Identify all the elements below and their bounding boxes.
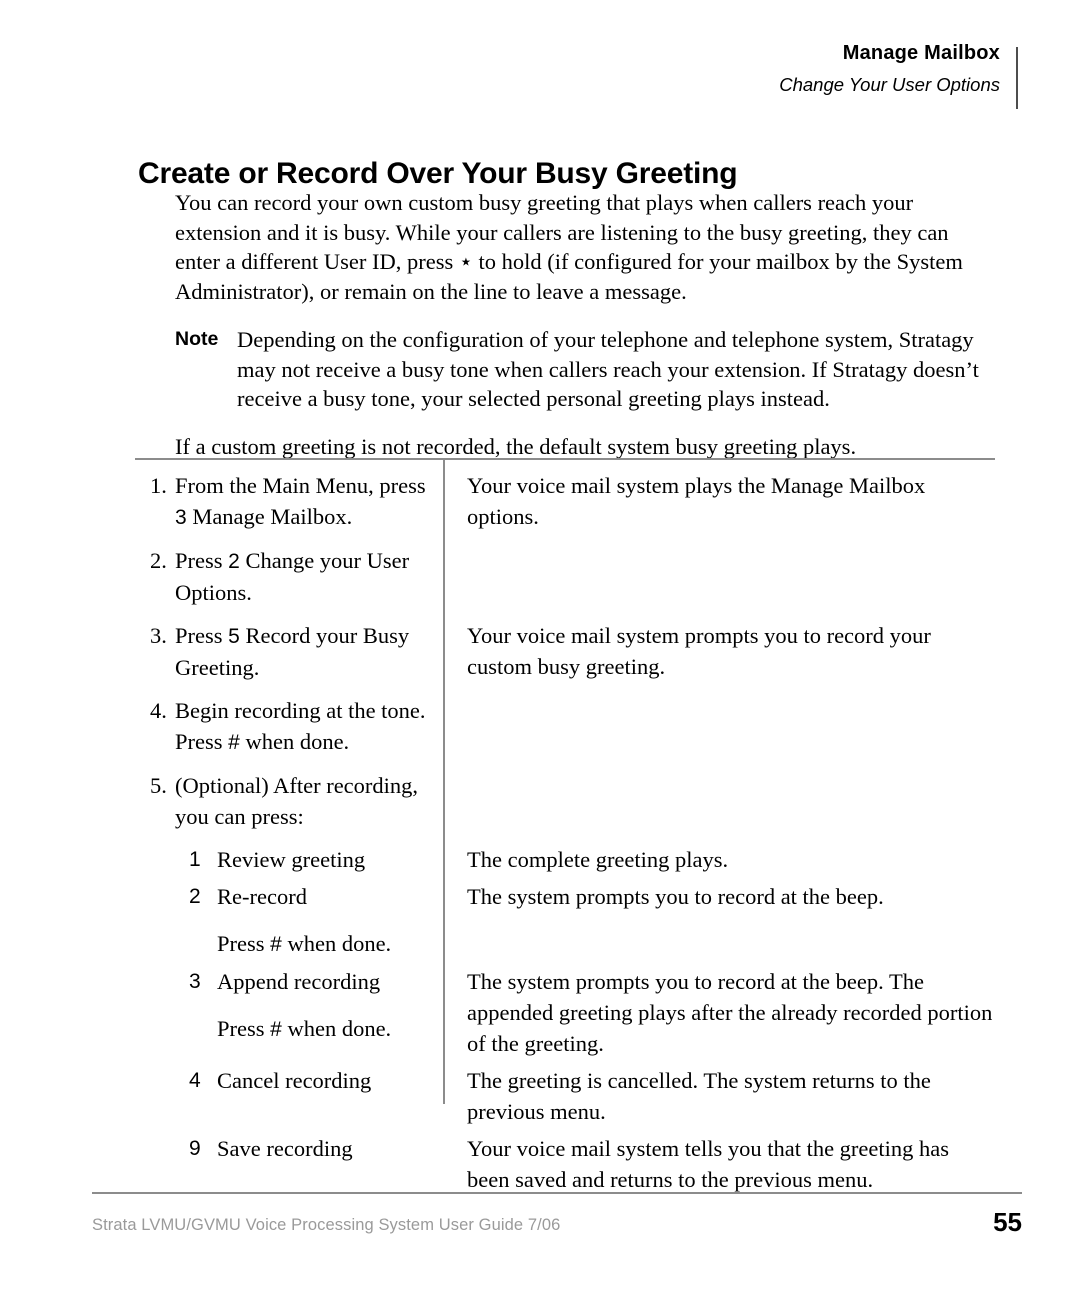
- step-result-cell: Your voice mail system tells you that th…: [443, 1133, 995, 1195]
- numbered-step: 2. Press 2 Change your User Options.: [135, 545, 433, 608]
- table-row: 9 Save recording Your voice mail system te…: [135, 1133, 995, 1195]
- header-title: Manage Mailbox: [842, 42, 1000, 64]
- sub-step: 9 Save recording: [135, 1133, 433, 1164]
- step-action-cell: 4 Cancel recording: [135, 1065, 443, 1096]
- sub-step-text: Re-record: [217, 884, 307, 909]
- step-action-cell: 2. Press 2 Change your User Options.: [135, 545, 443, 608]
- step-action-cell: 1 Review greeting: [135, 844, 443, 875]
- step-result-text: The system prompts you to record at the …: [467, 884, 884, 909]
- table-row: 2 Re-record Press # when done. The system p…: [135, 881, 995, 960]
- step-text: Press 5 Record your Busy Greeting.: [175, 623, 410, 680]
- header-subtitle: Change Your User Options: [779, 74, 1000, 95]
- step-result-cell: The greeting is cancelled. The system re…: [443, 1065, 995, 1127]
- sub-step-text: Review greeting: [217, 847, 366, 872]
- table-row: 1 Review greeting The complete greeting pl…: [135, 844, 995, 875]
- step-number: 1.: [150, 473, 167, 498]
- sub-step-text: Append recording: [217, 969, 381, 994]
- procedure-table: 1. From the Main Menu, press 3 Manage Mai…: [135, 458, 995, 1195]
- step-number: 4.: [150, 698, 167, 723]
- step-result-text: Your voice mail system plays the Manage …: [467, 473, 926, 529]
- sub-step-key: 9: [189, 1137, 201, 1160]
- table-row: 5. (Optional) After recording, you can pr…: [135, 770, 995, 832]
- step-action-cell: 1. From the Main Menu, press 3 Manage Mai…: [135, 470, 443, 533]
- step-number: 3.: [150, 623, 167, 648]
- step-result-text: Your voice mail system tells you that th…: [467, 1136, 950, 1192]
- footer-rule: [92, 1192, 1022, 1194]
- sub-step: 4 Cancel recording: [135, 1065, 433, 1096]
- keypad-key: #: [270, 1018, 282, 1041]
- table-row: 2. Press 2 Change your User Options.: [135, 545, 995, 608]
- procedure-rows: 1. From the Main Menu, press 3 Manage Mai…: [135, 460, 995, 1195]
- sub-step-key: 1: [189, 848, 201, 871]
- step-action-cell: 5. (Optional) After recording, you can pr…: [135, 770, 443, 832]
- step-result-text: The greeting is cancelled. The system re…: [467, 1068, 931, 1124]
- step-text: (Optional) After recording, you can pres…: [175, 773, 419, 829]
- footer-page-number: 55: [993, 1207, 1022, 1237]
- step-result-text: Your voice mail system prompts you to re…: [467, 623, 931, 679]
- step-text: From the Main Menu, press 3 Manage Mailb…: [175, 473, 426, 529]
- sub-step-key: 2: [189, 885, 201, 908]
- sub-step-continuation: Press # when done.: [217, 931, 392, 956]
- sub-step: 2 Re-record: [135, 881, 433, 912]
- keypad-key: 2: [228, 550, 240, 573]
- step-text: Begin recording at the tone. Press # whe…: [175, 698, 426, 754]
- numbered-step: 1. From the Main Menu, press 3 Manage Mai…: [135, 470, 433, 533]
- keypad-key: #: [270, 933, 282, 956]
- step-action-cell: 2 Re-record Press # when done.: [135, 881, 443, 960]
- note-text: Depending on the configuration of your t…: [237, 327, 979, 411]
- running-header: Manage Mailbox Change Your User Options: [440, 40, 1018, 109]
- keypad-key: 5: [228, 625, 240, 648]
- numbered-step: 5. (Optional) After recording, you can pr…: [135, 770, 433, 832]
- note-label: Note: [175, 328, 219, 350]
- sub-step-text: Cancel recording: [217, 1068, 372, 1093]
- keypad-key: 3: [175, 506, 187, 529]
- step-result-cell: The complete greeting plays.: [443, 844, 995, 875]
- table-row: 4. Begin recording at the tone. Press # w…: [135, 695, 995, 758]
- step-result-text: The complete greeting plays.: [467, 847, 729, 872]
- after-note-paragraph: If a custom greeting is not recorded, th…: [175, 433, 857, 459]
- table-row: 1. From the Main Menu, press 3 Manage Mai…: [135, 470, 995, 533]
- numbered-step: 3. Press 5 Record your Busy Greeting.: [135, 620, 433, 683]
- table-row: 4 Cancel recording The greeting is cancell…: [135, 1065, 995, 1127]
- step-result-cell: The system prompts you to record at the …: [443, 881, 995, 912]
- sub-step-key: 4: [189, 1069, 201, 1092]
- sub-step-continuation: Press # when done.: [217, 1016, 392, 1041]
- header-vertical-rule: [1016, 47, 1018, 109]
- step-number: 5.: [150, 773, 167, 798]
- step-action-cell: 3 Append recording Press # when done.: [135, 966, 443, 1045]
- step-action-cell: 9 Save recording: [135, 1133, 443, 1164]
- step-number: 2.: [150, 548, 167, 573]
- footer-text: Strata LVMU/GVMU Voice Processing System…: [92, 1216, 561, 1234]
- step-result-cell: Your voice mail system plays the Manage …: [443, 470, 995, 532]
- step-result-cell: Your voice mail system prompts you to re…: [443, 620, 995, 682]
- step-action-cell: 3. Press 5 Record your Busy Greeting.: [135, 620, 443, 683]
- table-row: 3 Append recording Press # when done. The s…: [135, 966, 995, 1059]
- sub-step: 3 Append recording: [135, 966, 433, 997]
- table-column-divider: [443, 460, 445, 1104]
- step-action-cell: 4. Begin recording at the tone. Press # w…: [135, 695, 443, 758]
- intro-paragraph: You can record your own custom busy gree…: [175, 190, 963, 304]
- step-result-cell: The system prompts you to record at the …: [443, 966, 995, 1059]
- note-block: Note Depending on the configuration of y…: [175, 325, 990, 414]
- table-row: 3. Press 5 Record your Busy Greeting. Your…: [135, 620, 995, 683]
- page-title: Create or Record Over Your Busy Greeting: [138, 157, 738, 191]
- sub-step-key: 3: [189, 970, 201, 993]
- body-column: You can record your own custom busy gree…: [175, 188, 990, 484]
- keypad-key: #: [228, 731, 240, 754]
- numbered-step: 4. Begin recording at the tone. Press # w…: [135, 695, 433, 758]
- step-result-text: The system prompts you to record at the …: [467, 969, 993, 1056]
- sub-step: 1 Review greeting: [135, 844, 433, 875]
- sub-step-text: Save recording: [217, 1136, 353, 1161]
- step-text: Press 2 Change your User Options.: [175, 548, 410, 605]
